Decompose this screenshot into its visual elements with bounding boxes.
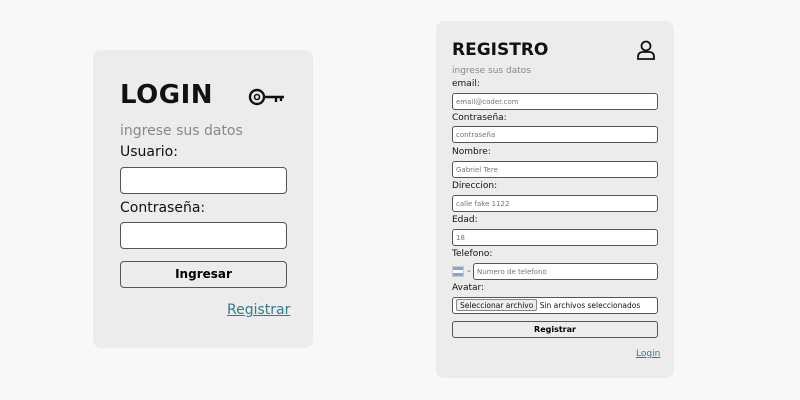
login-link[interactable]: Login: [636, 349, 660, 359]
password-label: Contraseña:: [120, 200, 206, 216]
nombre-label: Nombre:: [452, 147, 491, 157]
password-input[interactable]: [120, 222, 287, 249]
registro-subtitle: ingrese sus datos: [452, 66, 531, 76]
registro-title: REGISTRO: [452, 40, 549, 60]
login-subtitle: ingrese sus datos: [120, 123, 243, 139]
nombre-input[interactable]: [452, 161, 658, 178]
flag-icon: [452, 266, 464, 277]
password-input[interactable]: [452, 126, 658, 143]
registro-card: REGISTRO ingrese sus datos email: Contra…: [436, 21, 674, 378]
ingresar-button[interactable]: Ingresar: [120, 261, 287, 288]
password-label: Contraseña:: [452, 113, 507, 123]
login-title: LOGIN: [120, 80, 214, 110]
register-link[interactable]: Registrar: [227, 302, 290, 318]
usuario-input[interactable]: [120, 167, 287, 194]
chevron-down-icon: ⌄: [466, 266, 472, 274]
email-input[interactable]: [452, 93, 658, 110]
avatar-label: Avatar:: [452, 283, 485, 293]
key-icon: [248, 86, 286, 112]
select-file-button[interactable]: Seleccionar archivo: [456, 299, 538, 311]
email-label: email:: [452, 79, 480, 89]
country-selector[interactable]: ⌄: [452, 264, 472, 280]
avatar-file-input[interactable]: Seleccionar archivo Sin archivos selecci…: [452, 297, 658, 314]
edad-input[interactable]: [452, 229, 658, 246]
direccion-label: Direccion:: [452, 181, 498, 191]
telefono-input[interactable]: [473, 263, 658, 280]
user-icon: [636, 40, 656, 64]
login-card: LOGIN ingrese sus datos Usuario: Contras…: [93, 50, 313, 348]
usuario-label: Usuario:: [120, 144, 178, 160]
edad-label: Edad:: [452, 215, 478, 225]
file-status: Sin archivos seleccionados: [539, 301, 641, 310]
telefono-label: Telefono:: [452, 249, 493, 259]
direccion-input[interactable]: [452, 195, 658, 212]
registrar-button[interactable]: Registrar: [452, 321, 658, 338]
